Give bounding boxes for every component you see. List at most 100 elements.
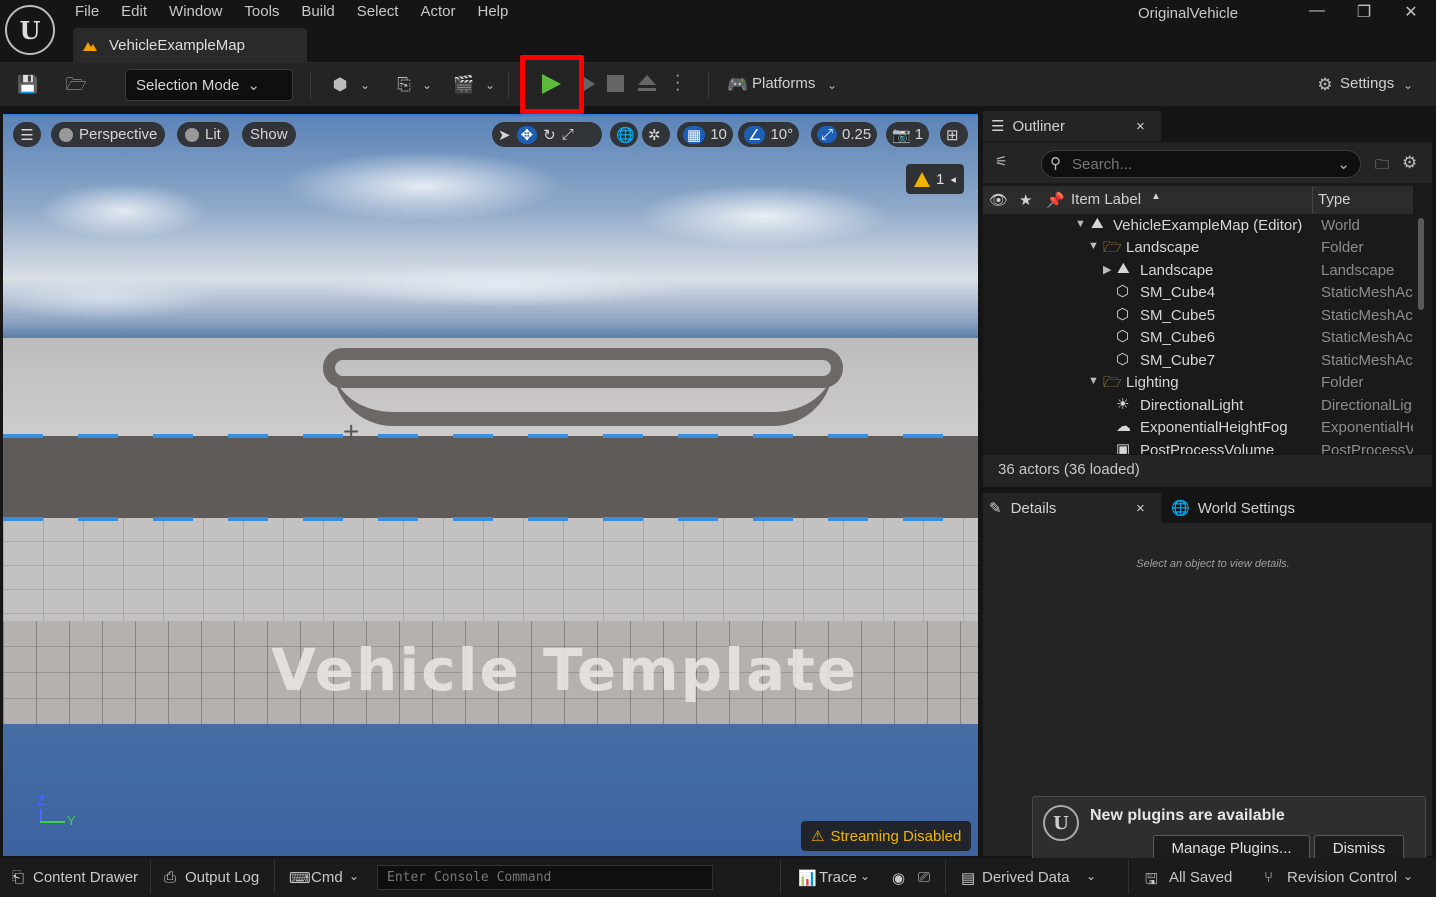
tree-row[interactable]: ▼ ⛰ VehicleExampleMap (Editor) World	[983, 215, 1413, 237]
viewport-menu-icon[interactable]: ☰	[13, 122, 41, 147]
surface-snap-icon[interactable]: ✲	[642, 122, 670, 147]
record-icon[interactable]: ◉	[892, 869, 905, 887]
close-icon[interactable]: ×	[1136, 118, 1145, 135]
lit-button[interactable]: Lit	[177, 122, 229, 147]
restore-button[interactable]: ❐	[1349, 2, 1379, 22]
output-log-button[interactable]: Output Log	[185, 869, 259, 886]
select-tool-icon[interactable]: ➤	[498, 126, 511, 144]
tab-details[interactable]: ✎ Details ×	[983, 493, 1161, 523]
menu-window[interactable]: Window	[158, 0, 233, 26]
menu-actor[interactable]: Actor	[409, 0, 466, 26]
chevron-down-icon[interactable]: ⌄	[1396, 73, 1420, 97]
blueprint-icon[interactable]: ⎘	[392, 73, 416, 97]
pin-icon[interactable]: 📌	[1046, 191, 1065, 209]
grid-snap-button[interactable]: ▦ 10	[677, 122, 733, 147]
add-actor-icon[interactable]: ⬢	[328, 73, 352, 97]
chevron-down-icon[interactable]: ⌄	[415, 73, 439, 97]
save-icon[interactable]: 💾	[16, 73, 40, 97]
chevron-down-icon[interactable]: ⌄	[1086, 869, 1096, 883]
outliner-scrollbar[interactable]	[1418, 218, 1424, 310]
tree-row[interactable]: ▼ 🗁 Landscape Folder	[983, 237, 1413, 259]
chevron-down-icon[interactable]: ⌄	[820, 73, 844, 97]
static-mesh-icon: ⬡	[1116, 328, 1130, 345]
tree-row[interactable]: ⬡ SM_Cube5 StaticMeshActor	[983, 305, 1413, 327]
level-viewport[interactable]: + Vehicle Template ☰ Perspective Lit Sho…	[3, 114, 978, 856]
menu-select[interactable]: Select	[346, 0, 410, 26]
rotate-tool-icon[interactable]: ↻	[543, 126, 556, 144]
close-button[interactable]: ✕	[1396, 2, 1426, 22]
tree-row[interactable]: ▣ PostProcessVolume PostProcessVolume	[983, 440, 1413, 454]
show-button[interactable]: Show	[242, 122, 296, 147]
more-options-icon[interactable]: · · ·	[675, 68, 680, 98]
perspective-button[interactable]: Perspective	[51, 122, 166, 147]
platforms-icon[interactable]: 🎮	[726, 73, 750, 97]
chevron-down-icon[interactable]: ⌄	[478, 73, 502, 97]
expand-down-icon[interactable]: ▼	[1075, 218, 1086, 230]
translate-tool-icon[interactable]: ✥	[516, 125, 538, 144]
scale-snap-button[interactable]: ⤢ 0.25	[811, 122, 878, 147]
browse-icon[interactable]: 🗁	[64, 73, 88, 97]
chevron-down-icon[interactable]: ⌄	[860, 869, 870, 883]
settings-gear-icon[interactable]: ⚙	[1313, 73, 1337, 97]
outliner-search-input[interactable]: ⚲ Search... ⌄	[1041, 150, 1361, 178]
tab-outliner[interactable]: ☰ Outliner ×	[983, 111, 1161, 141]
stop-icon[interactable]	[607, 75, 624, 92]
selection-mode-dropdown[interactable]: Selection Mode ⌄	[125, 69, 293, 101]
column-item-label[interactable]: Item Label	[1071, 191, 1141, 208]
statusbar-divider	[1128, 860, 1129, 894]
minimize-button[interactable]: —	[1302, 2, 1332, 20]
viewport-layout-icon[interactable]: ⊞	[940, 122, 968, 147]
warning-badge[interactable]: 1 ◂	[906, 164, 964, 194]
camera-speed-button[interactable]: 📷 1	[886, 122, 930, 147]
scale-tool-icon[interactable]: ⤢	[562, 126, 574, 143]
chevron-down-icon[interactable]: ⌄	[353, 73, 377, 97]
tab-world-settings[interactable]: 🌐 World Settings	[1163, 493, 1432, 523]
menu-build[interactable]: Build	[290, 0, 345, 26]
platforms-button[interactable]: Platforms	[752, 75, 815, 92]
settings-gear-icon[interactable]: ⚙	[1402, 153, 1417, 173]
trace-button[interactable]: Trace	[819, 869, 857, 886]
all-saved-button[interactable]: All Saved	[1169, 869, 1232, 886]
tree-row[interactable]: ⬡ SM_Cube7 StaticMeshActor	[983, 350, 1413, 372]
menu-tools[interactable]: Tools	[233, 0, 290, 26]
console-input[interactable]: Enter Console Command	[377, 865, 713, 890]
tree-row[interactable]: ⬡ SM_Cube4 StaticMeshActor	[983, 282, 1413, 304]
camera-speed-value: 1	[914, 126, 924, 143]
expand-down-icon[interactable]: ▼	[1088, 375, 1099, 387]
settings-button[interactable]: Settings	[1340, 75, 1394, 92]
axis-z-line	[40, 809, 42, 821]
tree-row[interactable]: ☁ ExponentialHeightFog ExponentialHeight…	[983, 417, 1413, 439]
streaming-warning[interactable]: ⚠ Streaming Disabled	[801, 821, 971, 851]
content-drawer-button[interactable]: Content Drawer	[33, 869, 138, 886]
tree-row[interactable]: ▶ ⛰ Landscape Landscape	[983, 260, 1413, 282]
tree-row[interactable]: ☀ DirectionalLight DirectionalLight	[983, 395, 1413, 417]
cmd-dropdown[interactable]: Cmd	[311, 869, 343, 886]
tree-row[interactable]: ⬡ SM_Cube6 StaticMeshActor	[983, 327, 1413, 349]
screenshot-icon[interactable]: ⎚	[918, 869, 930, 886]
revision-control-button[interactable]: Revision Control	[1287, 869, 1397, 886]
close-icon[interactable]: ×	[1136, 500, 1145, 517]
filter-icon[interactable]: ⚟	[995, 153, 1008, 170]
expand-right-icon[interactable]: ▶	[1103, 263, 1111, 276]
world-local-icon[interactable]: 🌐	[610, 122, 638, 147]
add-folder-icon[interactable]: 🗀	[1375, 154, 1389, 178]
unreal-logo-icon[interactable]: U	[5, 5, 55, 55]
visibility-eye-icon[interactable]: 👁	[989, 191, 1008, 209]
tree-row[interactable]: ▼ 🗁 Lighting Folder	[983, 372, 1413, 394]
star-icon[interactable]: ★	[1019, 191, 1032, 209]
column-type[interactable]: Type	[1318, 191, 1351, 208]
derived-data-button[interactable]: Derived Data	[982, 869, 1070, 886]
menu-help[interactable]: Help	[467, 0, 520, 26]
expand-down-icon[interactable]: ▼	[1088, 240, 1099, 252]
eject-icon[interactable]	[638, 75, 656, 85]
rotation-snap-button[interactable]: ∠ 10°	[738, 122, 800, 147]
menu-file[interactable]: File	[64, 0, 110, 26]
chevron-down-icon[interactable]: ⌄	[349, 869, 359, 883]
cinematics-icon[interactable]: 🎬	[452, 73, 476, 97]
chevron-down-icon[interactable]: ⌄	[1403, 869, 1413, 883]
directional-light-icon: ☀	[1116, 396, 1130, 413]
menu-edit[interactable]: Edit	[110, 0, 158, 26]
document-tab[interactable]: VehicleExampleMap	[73, 28, 307, 62]
advance-frame-icon[interactable]	[584, 77, 595, 91]
play-icon[interactable]	[542, 74, 561, 94]
